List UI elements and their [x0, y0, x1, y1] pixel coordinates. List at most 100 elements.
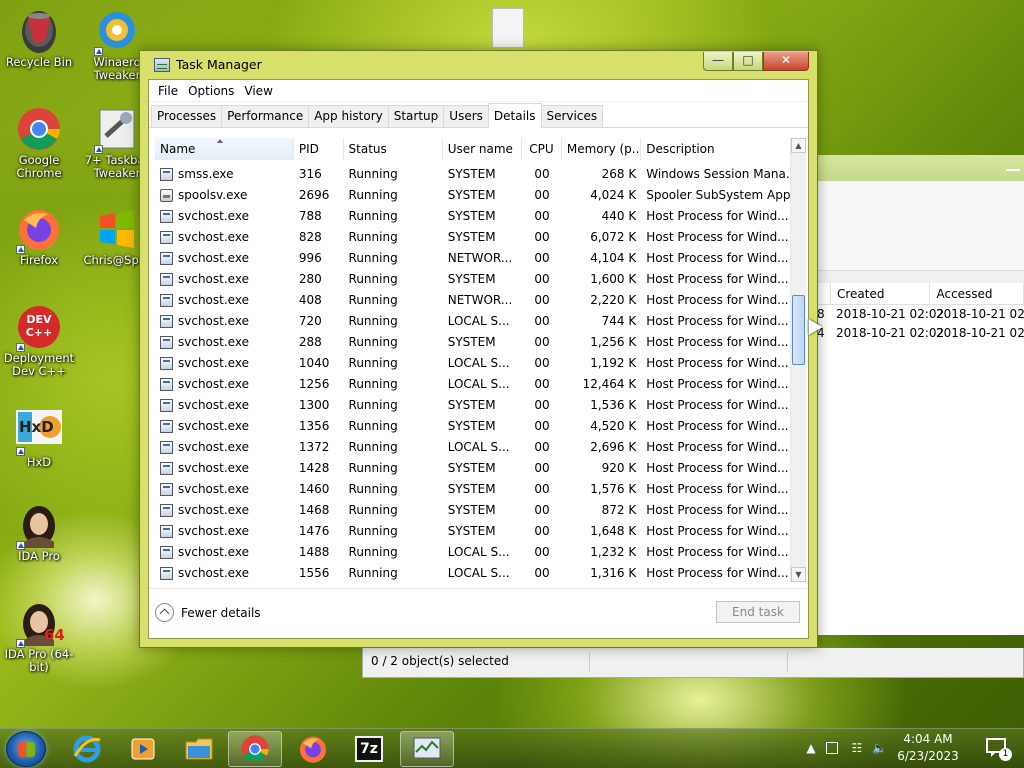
- column-header-created[interactable]: Created: [831, 283, 931, 304]
- column-header-user-name[interactable]: User name: [443, 138, 523, 160]
- end-task-button[interactable]: End task: [716, 601, 800, 623]
- close-button[interactable]: ✕: [763, 52, 809, 71]
- process-icon: [160, 378, 173, 391]
- column-header-status[interactable]: Status: [344, 138, 443, 160]
- file-icon[interactable]: [492, 8, 524, 48]
- cell-name: svchost.exe: [155, 479, 294, 500]
- file-list[interactable]: Created Accessed 8 2018-10-21 02:02 2018…: [813, 283, 1024, 635]
- process-name: svchost.exe: [178, 209, 249, 223]
- background-window[interactable]: Created Accessed 8 2018-10-21 02:02 2018…: [812, 155, 1024, 635]
- taskbar-file-explorer[interactable]: [172, 731, 226, 767]
- column-header-accessed[interactable]: Accessed: [930, 283, 1024, 304]
- process-name: svchost.exe: [178, 398, 249, 412]
- vertical-scrollbar[interactable]: ▲ ▼: [790, 138, 806, 582]
- volume-icon[interactable]: 🔈: [872, 741, 887, 755]
- tab-services[interactable]: Services: [540, 105, 604, 127]
- maximize-button[interactable]: □: [733, 52, 763, 71]
- process-details-table[interactable]: Name PID Status User name CPU Memory (p.…: [149, 128, 808, 594]
- fewer-details-button[interactable]: Fewer details: [155, 603, 261, 622]
- table-row[interactable]: svchost.exe 828 Running SYSTEM 00 6,072 K Host…: [155, 227, 790, 248]
- desktop-icon-ida-pro-64[interactable]: 64 IDA Pro (64-bit): [0, 600, 78, 674]
- cell-memory: 920 K: [601, 461, 637, 475]
- cell-name: svchost.exe: [155, 500, 294, 521]
- tab-processes[interactable]: Processes: [151, 105, 223, 127]
- column-header-pid[interactable]: PID: [294, 138, 344, 160]
- table-row[interactable]: svchost.exe 1476 Running SYSTEM 00 1,648 K Hos…: [155, 521, 790, 542]
- tab-app-history[interactable]: App history: [308, 105, 389, 127]
- cell-description: Host Process for Wind...: [646, 209, 789, 223]
- table-row[interactable]: smss.exe 316 Running SYSTEM 00 268 K Windows S…: [155, 164, 790, 185]
- background-window-toolbar: [813, 181, 1024, 271]
- taskbar-task-manager[interactable]: [400, 731, 454, 767]
- taskbar-media-player[interactable]: [116, 731, 170, 767]
- tab-users[interactable]: Users: [443, 105, 489, 127]
- clock-date: 6/23/2023: [897, 749, 959, 763]
- column-header-cpu[interactable]: CPU: [522, 138, 562, 160]
- menu-view[interactable]: View: [239, 84, 277, 98]
- column-header-name[interactable]: Name: [155, 138, 294, 160]
- file-row[interactable]: 4 2018-10-21 02:02 2018-10-21 02:02: [813, 324, 1024, 343]
- taskbar-chrome[interactable]: [228, 731, 282, 767]
- table-row[interactable]: svchost.exe 408 Running NETWOR... 00 2,220 K H…: [155, 290, 790, 311]
- table-row[interactable]: svchost.exe 1300 Running SYSTEM 00 1,536 K Hos…: [155, 395, 790, 416]
- column-header-description[interactable]: Description: [641, 138, 790, 160]
- desktop-icon-dev-cpp[interactable]: DEV C++ Deployment Dev C++: [0, 304, 78, 378]
- cell-description: Host Process for Wind...: [646, 398, 789, 412]
- table-row[interactable]: svchost.exe 1468 Running SYSTEM 00 872 K Host …: [155, 500, 790, 521]
- cell-user: LOCAL S...: [447, 356, 510, 370]
- cell-cpu: 00: [534, 545, 550, 559]
- notification-icon[interactable]: 1: [986, 737, 1012, 761]
- cell-user: SYSTEM: [447, 398, 496, 412]
- tab-performance[interactable]: Performance: [221, 105, 310, 127]
- table-row[interactable]: svchost.exe 1556 Running LOCAL S... 00 1,316 …: [155, 563, 790, 582]
- task-manager-window[interactable]: Task Manager — □ ✕ File Options View Pro…: [139, 50, 818, 648]
- cell-pid: 408: [298, 293, 322, 307]
- table-row[interactable]: svchost.exe 1040 Running LOCAL S... 00 1,192 …: [155, 353, 790, 374]
- desktop-icon-firefox[interactable]: Firefox: [0, 206, 78, 267]
- cell-description: Host Process for Wind...: [646, 335, 789, 349]
- file-row[interactable]: 8 2018-10-21 02:02 2018-10-21 02:02: [813, 305, 1024, 324]
- taskbar-internet-explorer[interactable]: [60, 731, 114, 767]
- table-row[interactable]: svchost.exe 1372 Running LOCAL S... 00 2,696 …: [155, 437, 790, 458]
- desktop-icon-google-chrome[interactable]: Google Chrome: [0, 106, 78, 180]
- start-button[interactable]: [6, 731, 46, 767]
- network-icon[interactable]: ☷: [850, 741, 864, 755]
- table-row[interactable]: svchost.exe 996 Running NETWOR... 00 4,104 K H…: [155, 248, 790, 269]
- scroll-down-arrow-icon[interactable]: ▼: [791, 567, 806, 582]
- table-row[interactable]: svchost.exe 288 Running SYSTEM 00 1,256 K Host…: [155, 332, 790, 353]
- table-row[interactable]: svchost.exe 788 Running SYSTEM 00 440 K Host P…: [155, 206, 790, 227]
- taskbar-firefox[interactable]: [286, 731, 340, 767]
- table-row[interactable]: svchost.exe 1256 Running LOCAL S... 00 12,464…: [155, 374, 790, 395]
- table-row[interactable]: svchost.exe 1460 Running SYSTEM 00 1,576 K Hos…: [155, 479, 790, 500]
- menu-options[interactable]: Options: [183, 84, 239, 98]
- table-row[interactable]: svchost.exe 720 Running LOCAL S... 00 744 K Ho…: [155, 311, 790, 332]
- table-row[interactable]: svchost.exe 1356 Running SYSTEM 00 4,520 K Hos…: [155, 416, 790, 437]
- column-header-memory[interactable]: Memory (p...: [562, 138, 642, 160]
- table-row[interactable]: svchost.exe 1428 Running SYSTEM 00 920 K Host …: [155, 458, 790, 479]
- shortcut-arrow-icon: [16, 639, 25, 648]
- menu-file[interactable]: File: [153, 84, 183, 98]
- task-manager-titlebar[interactable]: Task Manager — □ ✕: [140, 51, 817, 79]
- scroll-up-arrow-icon[interactable]: ▲: [791, 138, 806, 153]
- clock[interactable]: 4:04 AM 6/23/2023: [888, 731, 968, 765]
- minimize-button[interactable]: [1006, 169, 1020, 171]
- table-row[interactable]: svchost.exe 1488 Running LOCAL S... 00 1,232 …: [155, 542, 790, 563]
- show-hidden-icons-chevron-icon[interactable]: ▲: [804, 741, 818, 755]
- minimize-button[interactable]: —: [703, 52, 733, 71]
- desktop-icon-recycle-bin[interactable]: Recycle Bin: [0, 8, 78, 69]
- cell-cpu: 00: [534, 503, 550, 517]
- cell-cpu: 00: [534, 272, 550, 286]
- tab-details[interactable]: Details: [487, 103, 542, 128]
- task-manager-body: File Options View Processes Performance …: [148, 79, 809, 639]
- desktop-icon-ida-pro[interactable]: IDA Pro: [0, 502, 78, 563]
- background-window-titlebar[interactable]: [813, 155, 1024, 181]
- tab-startup[interactable]: Startup: [387, 105, 445, 127]
- action-center-flag-icon[interactable]: [826, 742, 838, 754]
- scrollbar-thumb[interactable]: [792, 295, 805, 365]
- table-row[interactable]: svchost.exe 280 Running SYSTEM 00 1,600 K Host…: [155, 269, 790, 290]
- taskbar-7zip[interactable]: 7z: [342, 731, 396, 767]
- table-row[interactable]: spoolsv.exe 2696 Running SYSTEM 00 4,024 K Spo…: [155, 185, 790, 206]
- desktop-icon-hxd[interactable]: HxD HxD: [0, 408, 78, 469]
- cell-pid: 1476: [298, 524, 330, 538]
- cell-description: Host Process for Wind...: [646, 524, 789, 538]
